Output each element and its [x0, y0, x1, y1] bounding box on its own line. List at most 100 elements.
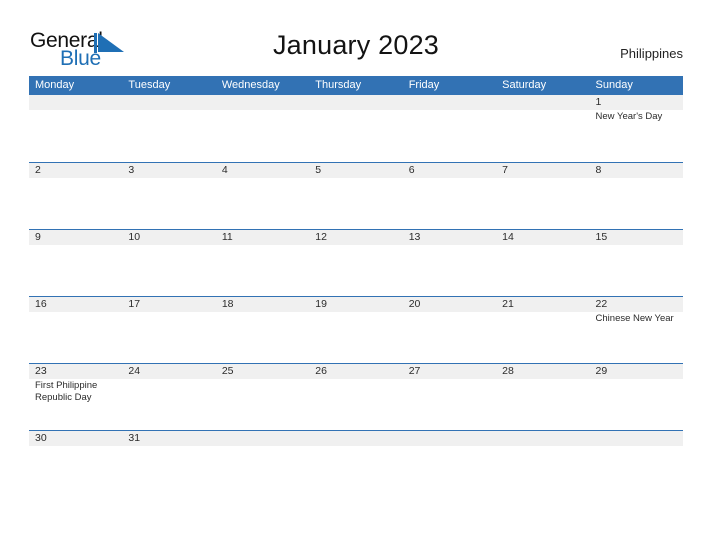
calendar-week-row: 16 17 18 19 20 21 22 Chinese New Year: [29, 296, 683, 363]
calendar-day-cell[interactable]: 7: [496, 163, 589, 229]
day-number: 8: [595, 164, 602, 176]
calendar-day-cell[interactable]: 28: [496, 364, 589, 430]
day-number: 27: [408, 365, 421, 377]
calendar-day-cell[interactable]: 25: [216, 364, 309, 430]
day-number: 15: [595, 231, 608, 243]
calendar-day-cell[interactable]: 5: [309, 163, 402, 229]
calendar-week-row: 30 31: [29, 430, 683, 497]
weekday-header-tuesday: Tuesday: [128, 79, 171, 91]
day-event-label: New Year's Day: [595, 111, 663, 122]
calendar-day-cell[interactable]: 10: [122, 230, 215, 296]
weekday-header-saturday: Saturday: [502, 79, 547, 91]
day-number: 14: [502, 231, 514, 243]
weekday-header-friday: Friday: [408, 79, 440, 91]
calendar-day-cell[interactable]: 29: [590, 364, 683, 430]
calendar-day-cell[interactable]: 2: [29, 163, 122, 229]
calendar-day-cell[interactable]: 8: [590, 163, 683, 229]
day-number: 31: [128, 432, 141, 444]
day-number: 4: [221, 164, 228, 176]
week-cells: 1 New Year's Day: [29, 95, 683, 162]
day-number: 20: [408, 298, 421, 310]
calendar-week-row: 1 New Year's Day: [29, 95, 683, 162]
day-number: 12: [315, 231, 327, 243]
calendar-day-cell-empty: [590, 431, 683, 497]
calendar-day-cell[interactable]: 4: [216, 163, 309, 229]
calendar-day-cell[interactable]: 27: [403, 364, 496, 430]
weekday-header-sunday: Sunday: [595, 79, 633, 91]
day-number: 5: [315, 164, 322, 176]
calendar-day-cell-empty: [496, 431, 589, 497]
calendar-day-cell[interactable]: 20: [403, 297, 496, 363]
week-cells: 9 10 11 12 13 14 15: [29, 230, 683, 296]
day-number: 11: [221, 231, 233, 243]
calendar-day-cell[interactable]: 24: [122, 364, 215, 430]
weekday-header-thursday: Thursday: [315, 79, 362, 91]
calendar-day-cell-empty: [122, 95, 215, 162]
calendar-day-cell-empty: [216, 431, 309, 497]
calendar-day-cell[interactable]: 3: [122, 163, 215, 229]
day-number: 18: [221, 298, 234, 310]
day-number: 21: [502, 298, 514, 310]
calendar-day-cell[interactable]: 12: [309, 230, 402, 296]
day-number: 9: [35, 231, 41, 243]
day-number: 24: [128, 365, 141, 377]
calendar-day-cell[interactable]: 31: [122, 431, 215, 497]
calendar-day-cell[interactable]: 23 First Philippine Republic Day: [29, 364, 122, 430]
week-cells: 16 17 18 19 20 21 22 Chinese New Year: [29, 297, 683, 363]
day-number: 23: [35, 365, 47, 377]
calendar-day-cell[interactable]: 19: [309, 297, 402, 363]
day-number: 1: [595, 96, 602, 108]
day-number: 17: [128, 298, 141, 310]
calendar-day-cell-empty: [216, 95, 309, 162]
calendar-day-cell[interactable]: 22 Chinese New Year: [590, 297, 683, 363]
page-header: General Blue January 2023 Philippines: [0, 0, 712, 76]
day-event-label: Chinese New Year: [595, 313, 674, 324]
day-number: 25: [221, 365, 234, 377]
calendar-day-cell[interactable]: 6: [403, 163, 496, 229]
calendar-day-cell[interactable]: 30: [29, 431, 122, 497]
calendar-day-cell-empty: [403, 431, 496, 497]
day-number: 22: [595, 298, 608, 310]
calendar-day-cell[interactable]: 16: [29, 297, 122, 363]
calendar-day-cell[interactable]: 13: [403, 230, 496, 296]
calendar-day-cell[interactable]: 26: [309, 364, 402, 430]
day-number: 3: [128, 164, 135, 176]
calendar-day-cell[interactable]: 15: [590, 230, 683, 296]
day-number: 19: [315, 298, 327, 310]
calendar-day-cell[interactable]: 17: [122, 297, 215, 363]
day-number: 13: [408, 231, 421, 243]
calendar-day-cell[interactable]: 9: [29, 230, 122, 296]
calendar-day-cell[interactable]: 14: [496, 230, 589, 296]
day-number: 26: [315, 365, 327, 377]
page-title: January 2023: [272, 30, 440, 60]
day-event-label: First Philippine Republic Day: [35, 380, 98, 403]
calendar-week-row: 2 3 4 5 6 7 8: [29, 162, 683, 229]
calendar-day-cell-empty: [403, 95, 496, 162]
calendar-day-cell-empty: [309, 95, 402, 162]
calendar-day-cell-empty: [309, 431, 402, 497]
calendar-weeks: 1 New Year's Day 2 3 4 5 6 7 8 9 10 11 12 13 14 15 16 17 1…: [29, 95, 683, 497]
calendar-day-cell-empty: [29, 95, 122, 162]
calendar-day-cell[interactable]: 18: [216, 297, 309, 363]
week-cells: 2 3 4 5 6 7 8: [29, 163, 683, 229]
day-number: 2: [35, 164, 41, 176]
calendar-week-row: 23 First Philippine Republic Day 24 25 26 27 2…: [29, 363, 683, 430]
day-number: 30: [35, 432, 47, 444]
calendar-day-cell[interactable]: 21: [496, 297, 589, 363]
day-number: 29: [595, 365, 608, 377]
week-cells: 23 First Philippine Republic Day 24 25 26 27 2…: [29, 364, 683, 430]
weekday-header-row: Monday Tuesday Wednesday Thursday Friday…: [29, 76, 683, 95]
calendar-grid: Monday Tuesday Wednesday Thursday Friday…: [29, 76, 683, 497]
day-number: 10: [128, 231, 141, 243]
calendar-week-row: 9 10 11 12 13 14 15: [29, 229, 683, 296]
week-cells: 30 31: [29, 431, 683, 497]
weekday-header-wednesday: Wednesday: [221, 79, 280, 91]
calendar-day-cell[interactable]: 1 New Year's Day: [590, 95, 683, 162]
country-label: Philippines: [620, 46, 683, 61]
day-number: 28: [502, 365, 514, 377]
day-number: 16: [35, 298, 47, 310]
calendar-day-cell[interactable]: 11: [216, 230, 309, 296]
day-number: 6: [408, 164, 415, 176]
calendar-day-cell-empty: [496, 95, 589, 162]
day-number: 7: [502, 164, 508, 176]
